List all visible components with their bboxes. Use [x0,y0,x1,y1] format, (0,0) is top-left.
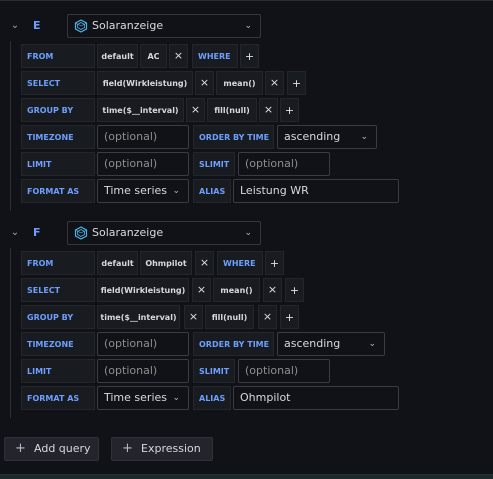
format-as-value: Time series [104,391,167,404]
query-guide-line [10,248,11,418]
measurement-segment[interactable]: Ohmpilot [140,251,192,275]
query-header: ⌄ E Solaranzeige ⌄ [0,13,493,39]
aggregation-segment[interactable]: mean() [213,278,260,302]
remove-measurement-icon[interactable]: × [195,251,214,275]
where-label: WHERE [217,251,263,275]
bottom-edge [0,474,493,479]
group-time-segment[interactable]: time($__interval) [97,98,184,122]
add-where-icon[interactable]: + [265,251,284,275]
chevron-down-icon: ⌄ [172,393,180,403]
add-group-by-icon[interactable]: + [280,305,299,329]
timezone-label: TIMEZONE [21,125,95,149]
chevron-down-icon: ⌄ [368,339,376,349]
query-ref-id[interactable]: E [33,18,41,34]
select-label: SELECT [21,278,95,302]
field-segment[interactable]: field(Wirkleistung) [97,278,189,302]
add-select-icon[interactable]: + [285,278,304,302]
fill-segment[interactable]: fill(null) [205,305,254,329]
limit-label: LIMIT [21,152,95,176]
remove-field-icon[interactable]: × [192,278,211,302]
remove-measurement-icon[interactable]: × [169,44,188,68]
query-guide-line [10,41,11,211]
field-segment[interactable]: field(Wirkleistung) [97,71,193,95]
order-by-time-select[interactable]: ascending ⌄ [277,125,377,149]
remove-aggregation-icon[interactable]: × [263,278,282,302]
format-as-label: FORMAT AS [21,386,95,410]
order-by-time-label: ORDER BY TIME [193,332,274,356]
group-by-label: GROUP BY [21,98,95,122]
from-label: FROM [21,44,95,68]
slimit-label: SLIMIT [193,359,235,383]
limit-label: LIMIT [21,359,95,383]
datasource-picker[interactable]: Solaranzeige ⌄ [67,221,261,245]
group-by-label: GROUP BY [21,305,95,329]
add-where-icon[interactable]: + [240,44,259,68]
datasource-name: Solaranzeige [92,19,164,32]
alias-input[interactable]: Leistung WR [233,179,399,203]
fill-segment[interactable]: fill(null) [207,98,257,122]
retention-policy-segment[interactable]: default [97,251,138,275]
alias-input[interactable]: Ohmpilot [233,386,399,410]
query-header: ⌄ F Solaranzeige ⌄ [0,220,493,246]
datasource-name: Solaranzeige [92,226,164,239]
group-time-segment[interactable]: time($__interval) [97,305,180,329]
order-by-time-value: ascending [284,337,341,350]
chevron-down-icon: ⌄ [244,228,252,238]
plus-icon: + [122,441,133,456]
add-query-button[interactable]: + Add query [4,437,99,461]
plus-icon: + [15,441,26,456]
remove-fill-icon[interactable]: × [258,305,277,329]
add-query-label: Add query [34,442,91,455]
select-label: SELECT [21,71,95,95]
order-by-time-value: ascending [284,130,341,143]
retention-policy-segment[interactable]: default [97,44,138,68]
collapse-chevron-icon[interactable]: ⌄ [8,226,22,240]
slimit-input[interactable]: (optional) [238,359,330,383]
alias-label: ALIAS [193,386,231,410]
format-as-select[interactable]: Time series ⌄ [97,179,189,203]
timezone-input[interactable]: (optional) [97,125,189,149]
measurement-segment[interactable]: AC [140,44,167,68]
chevron-down-icon: ⌄ [360,132,368,142]
expression-button[interactable]: + Expression [111,437,213,461]
top-divider [0,0,493,1]
slimit-label: SLIMIT [193,152,235,176]
influxdb-logo-icon [74,226,88,240]
remove-field-icon[interactable]: × [195,71,214,95]
chevron-down-icon: ⌄ [172,186,180,196]
remove-group-time-icon[interactable]: × [184,305,203,329]
add-select-icon[interactable]: + [287,71,306,95]
influxdb-logo-icon [74,19,88,33]
alias-label: ALIAS [193,179,231,203]
query-ref-id[interactable]: F [33,225,41,241]
format-as-label: FORMAT AS [21,179,95,203]
timezone-label: TIMEZONE [21,332,95,356]
aggregation-segment[interactable]: mean() [216,71,263,95]
timezone-input[interactable]: (optional) [97,332,189,356]
order-by-time-select[interactable]: ascending ⌄ [277,332,385,356]
limit-input[interactable]: (optional) [97,152,189,176]
from-label: FROM [21,251,95,275]
format-as-value: Time series [104,184,167,197]
slimit-input[interactable]: (optional) [238,152,330,176]
limit-input[interactable]: (optional) [97,359,189,383]
where-label: WHERE [192,44,238,68]
chevron-down-icon: ⌄ [244,21,252,31]
order-by-time-label: ORDER BY TIME [193,125,274,149]
expression-label: Expression [141,442,201,455]
format-as-select[interactable]: Time series ⌄ [97,386,189,410]
remove-fill-icon[interactable]: × [259,98,278,122]
datasource-picker[interactable]: Solaranzeige ⌄ [67,14,261,38]
remove-group-time-icon[interactable]: × [186,98,205,122]
add-group-by-icon[interactable]: + [280,98,299,122]
remove-aggregation-icon[interactable]: × [265,71,284,95]
collapse-chevron-icon[interactable]: ⌄ [8,19,22,33]
